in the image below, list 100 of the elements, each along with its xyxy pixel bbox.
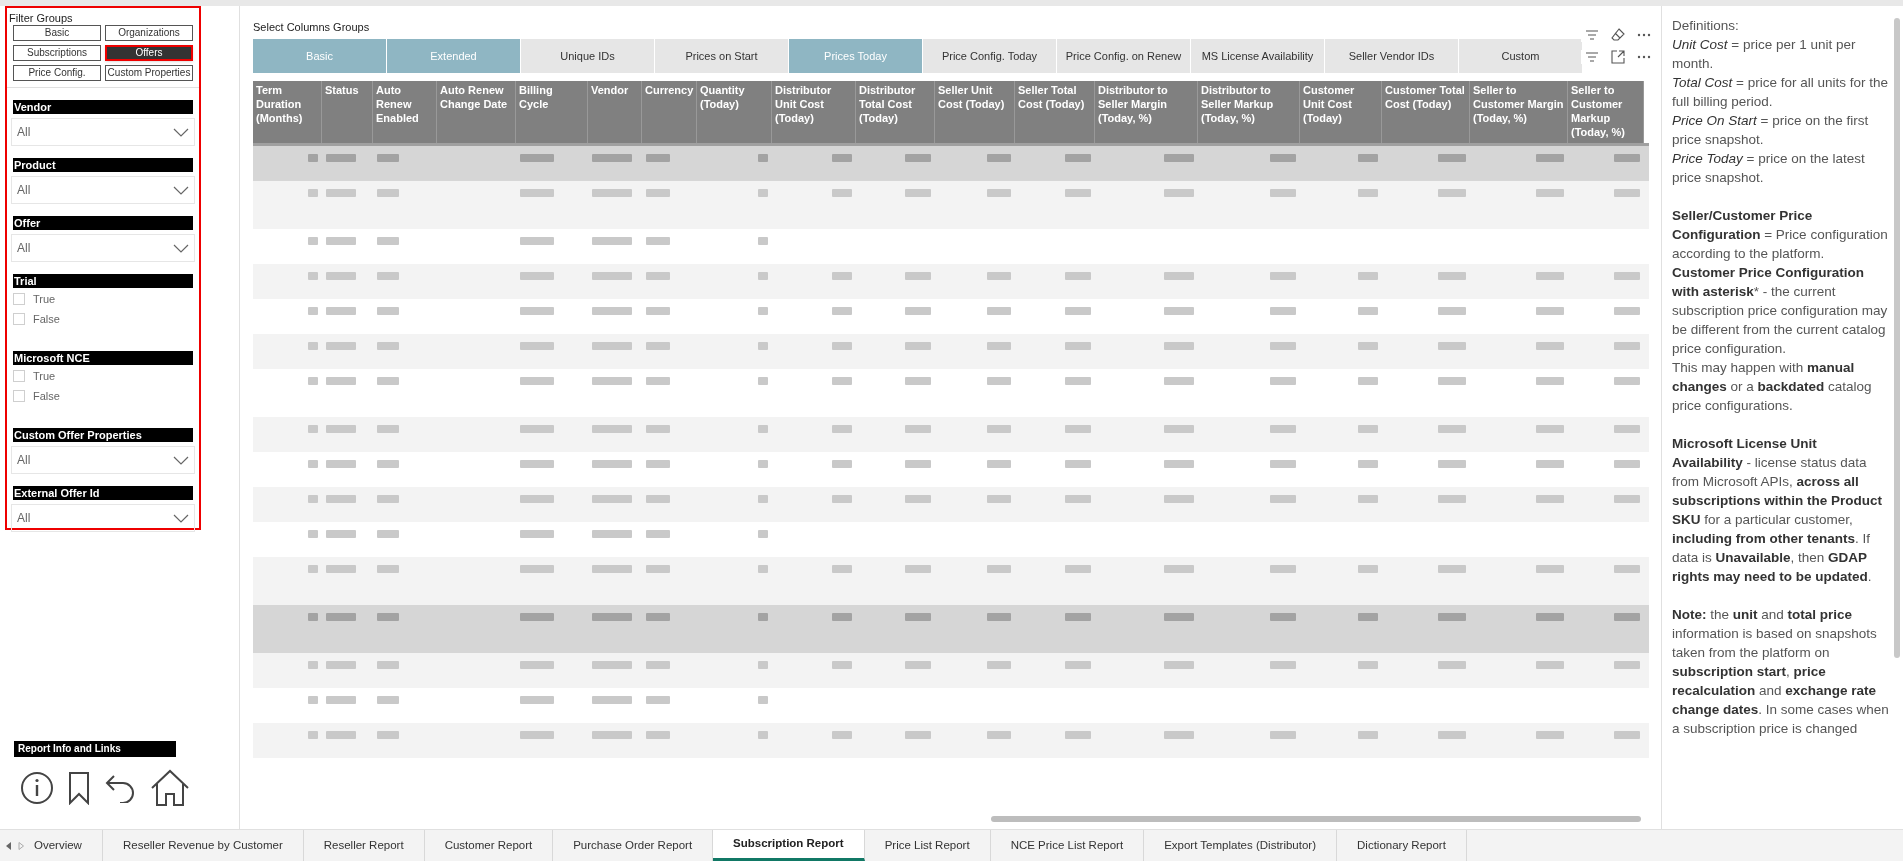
column-group-tab[interactable]: Price Config. on Renew (1057, 39, 1191, 73)
filter-group-button[interactable]: Organizations (105, 25, 193, 41)
blurred-value (326, 189, 356, 197)
blurred-value (377, 613, 399, 621)
scrollbar[interactable] (1894, 18, 1900, 658)
column-group-tab[interactable]: MS License Availability (1191, 39, 1325, 73)
column-header[interactable]: Vendor (588, 81, 642, 143)
blurred-value (326, 460, 356, 468)
column-group-tab[interactable]: Prices on Start (655, 39, 789, 73)
filter-icon[interactable] (1585, 51, 1599, 63)
eraser-icon[interactable] (1611, 28, 1625, 42)
blurred-value (1358, 377, 1378, 385)
page-tab[interactable]: Dictionary Report (1337, 830, 1467, 861)
blurred-value (1536, 307, 1564, 315)
blurred-value (520, 272, 554, 280)
dropdown-field[interactable]: All (11, 118, 195, 146)
column-header[interactable]: Billing Cycle (516, 81, 588, 143)
table-row[interactable] (253, 723, 1649, 758)
column-header[interactable]: Seller Unit Cost (Today) (935, 81, 1015, 143)
column-group-tab[interactable]: Seller Vendor IDs (1325, 39, 1459, 73)
checkbox[interactable] (13, 370, 25, 383)
blurred-value (1438, 661, 1466, 669)
checkbox[interactable] (13, 389, 25, 402)
filter-group-button[interactable]: Price Config. (13, 65, 101, 81)
blurred-value (326, 342, 356, 350)
blurred-value (905, 272, 931, 280)
column-group-tab[interactable]: Custom (1459, 39, 1583, 73)
table-row[interactable] (253, 181, 1649, 229)
column-header[interactable]: Distributor Total Cost (Today) (856, 81, 935, 143)
blurred-value (905, 307, 931, 315)
filter-title: Offer (13, 216, 193, 230)
column-header[interactable]: Auto Renew Enabled (373, 81, 437, 143)
column-header[interactable]: Distributor to Seller Margin (Today, %) (1095, 81, 1198, 143)
page-tab[interactable]: Subscription Report (713, 830, 865, 861)
column-header[interactable]: Customer Unit Cost (Today) (1300, 81, 1382, 143)
dropdown-field[interactable]: All (11, 234, 195, 262)
definition-text: This may happen with manual changes or a backdated catalog price configurations. (1672, 359, 1873, 415)
page-tab[interactable]: Reseller Revenue by Customer (102, 830, 304, 861)
blurred-value (326, 307, 356, 315)
next-icon[interactable] (18, 841, 24, 850)
column-header[interactable]: Seller to Customer Margin (Today, %) (1470, 81, 1568, 143)
page-tab[interactable]: NCE Price List Report (990, 830, 1145, 861)
home-icon[interactable] (150, 769, 190, 807)
column-header[interactable]: Status (322, 81, 373, 143)
blurred-value (832, 307, 852, 315)
table-row[interactable] (253, 146, 1649, 181)
horizontal-scrollbar[interactable] (991, 816, 1641, 822)
dropdown-field[interactable]: All (11, 446, 195, 474)
undo-icon[interactable] (104, 773, 136, 803)
blurred-value (520, 696, 554, 704)
table-row[interactable] (253, 653, 1649, 688)
table-row[interactable] (253, 334, 1649, 369)
definition-text: Total Cost = price for all units for the full billing period. (1672, 74, 1889, 111)
column-header[interactable]: Distributor to Seller Markup (Today, %) (1198, 81, 1300, 143)
column-header[interactable]: Auto Renew Change Date (437, 81, 516, 143)
page-tab[interactable]: Price List Report (864, 830, 991, 861)
more-icon[interactable] (1637, 33, 1651, 37)
page-tab[interactable]: Export Templates (Distributor) (1144, 830, 1338, 861)
blurred-value (1358, 189, 1378, 197)
column-header[interactable]: Customer Total Cost (Today) (1382, 81, 1470, 143)
column-header[interactable]: Currency (642, 81, 697, 143)
table-row[interactable] (253, 605, 1649, 653)
page-tab[interactable]: Customer Report (424, 830, 554, 861)
blurred-value (1358, 565, 1378, 573)
filter-group-button[interactable]: Offers (105, 45, 193, 61)
blurred-value (1164, 307, 1194, 315)
column-group-tab[interactable]: Price Config. Today (923, 39, 1057, 73)
column-group-tab[interactable]: Unique IDs (521, 39, 655, 73)
table-row[interactable] (253, 417, 1649, 452)
info-icon[interactable] (20, 771, 54, 805)
table-row[interactable] (253, 487, 1649, 522)
filter-group-button[interactable]: Basic (13, 25, 101, 41)
more-icon[interactable] (1637, 55, 1651, 59)
checkbox[interactable] (13, 293, 25, 306)
page-tab[interactable]: Overview (30, 830, 103, 861)
column-header[interactable]: Seller Total Cost (Today) (1015, 81, 1095, 143)
blurred-value (987, 189, 1011, 197)
table-row[interactable] (253, 557, 1649, 605)
column-header[interactable]: Quantity (Today) (697, 81, 772, 143)
blurred-value (377, 425, 399, 433)
table-row[interactable] (253, 264, 1649, 299)
column-header[interactable]: Seller to Customer Markup (Today, %) (1568, 81, 1644, 143)
blurred-value (377, 731, 399, 739)
blurred-value (1164, 189, 1194, 197)
blurred-value (1164, 460, 1194, 468)
blurred-value (832, 154, 852, 162)
expand-icon[interactable] (1611, 50, 1625, 64)
filter-group-button[interactable]: Custom Properties (105, 65, 193, 81)
blurred-value (987, 272, 1011, 280)
column-header[interactable]: Distributor Unit Cost (Today) (772, 81, 856, 143)
previous-icon[interactable] (6, 841, 12, 850)
page-tab[interactable]: Reseller Report (303, 830, 425, 861)
blurred-value (308, 342, 318, 350)
dropdown-field[interactable]: All (11, 504, 195, 532)
filter-icon[interactable] (1585, 29, 1599, 41)
bookmark-icon[interactable] (68, 771, 90, 805)
dropdown-field[interactable]: All (11, 176, 195, 204)
checkbox[interactable] (13, 312, 25, 325)
filter-group-button[interactable]: Subscriptions (13, 45, 101, 61)
column-header[interactable]: Term Duration (Months) (253, 81, 322, 143)
